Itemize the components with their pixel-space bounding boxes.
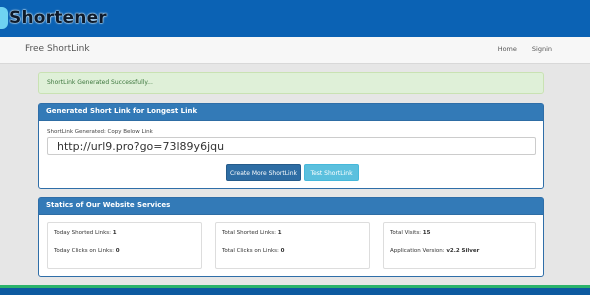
success-alert: ShortLink Generated Successfully...	[38, 72, 544, 94]
stat-row: Total Clicks on Links: 0	[222, 248, 284, 254]
stats-panel-title: Statics of Our Website Services	[46, 201, 171, 209]
top-header-bar: Shortener	[0, 0, 590, 37]
stat-label: Today Clicks on Links:	[54, 248, 114, 254]
stat-row: Total Visits: 15	[390, 230, 430, 236]
stat-row: Application Version: v2.2 Silver	[390, 248, 479, 254]
stat-label: Application Version:	[390, 248, 445, 254]
stat-value: 0	[280, 248, 285, 254]
navbar: Free ShortLink Home Signin	[0, 37, 590, 64]
stat-box-total: Total Shorted Links: 1 Total Clicks on L…	[215, 222, 370, 269]
short-url-value[interactable]: http://url9.pro?go=73l89y6jqu	[57, 140, 224, 153]
footer-accent-line	[0, 285, 590, 288]
stats-panel-header: Statics of Our Website Services	[39, 198, 543, 215]
stat-row: Today Clicks on Links: 0	[54, 248, 120, 254]
stats-panel: Statics of Our Website Services Today Sh…	[38, 197, 544, 277]
logo-text: Shortener	[9, 8, 107, 28]
nav-link-signin[interactable]: Signin	[532, 45, 552, 53]
generated-link-panel-header: Generated Short Link for Longest Link	[39, 104, 543, 121]
stat-value: v2.2 Silver	[446, 248, 480, 254]
test-shortlink-button[interactable]: Test ShortLink	[304, 164, 359, 181]
short-url-field[interactable]: http://url9.pro?go=73l89y6jqu	[47, 137, 536, 155]
success-alert-message: ShortLink Generated Successfully...	[47, 79, 153, 86]
stat-label: Total Visits:	[390, 230, 422, 236]
stat-label: Total Shorted Links:	[222, 230, 276, 236]
stat-row: Today Shorted Links: 1	[54, 230, 117, 236]
stat-label: Today Shorted Links:	[54, 230, 112, 236]
stat-value: 0	[115, 248, 120, 254]
nav-links: Home Signin	[498, 45, 552, 53]
shortlink-label: ShortLink Generated: Copy Below Link	[47, 129, 153, 135]
stat-box-today: Today Shorted Links: 1 Today Clicks on L…	[47, 222, 202, 269]
logo-mark-icon	[0, 7, 8, 29]
stat-value: 1	[112, 230, 117, 236]
stat-label: Total Clicks on Links:	[222, 248, 279, 254]
stat-value: 15	[422, 230, 431, 236]
generated-link-panel: Generated Short Link for Longest Link Sh…	[38, 103, 544, 189]
navbar-brand[interactable]: Free ShortLink	[25, 44, 90, 54]
nav-link-home[interactable]: Home	[498, 45, 517, 53]
app-logo[interactable]: Shortener	[0, 4, 107, 32]
stat-box-site: Total Visits: 15 Application Version: v2…	[383, 222, 536, 269]
create-more-shortlink-button[interactable]: Create More ShortLink	[226, 164, 301, 181]
generated-link-panel-title: Generated Short Link for Longest Link	[46, 107, 198, 115]
stat-row: Total Shorted Links: 1	[222, 230, 282, 236]
stat-value: 1	[277, 230, 282, 236]
